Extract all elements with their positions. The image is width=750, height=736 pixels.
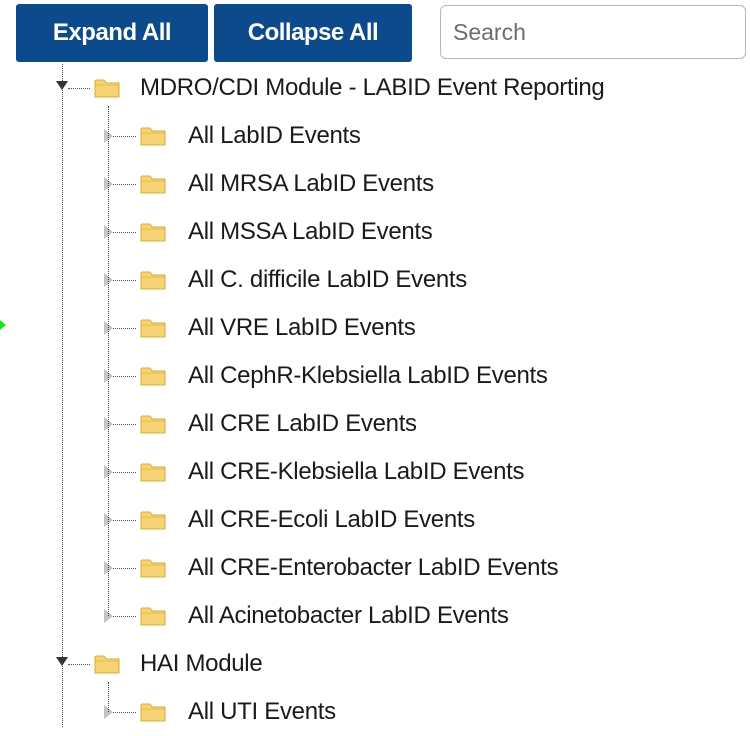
tree-item-label[interactable]: All MSSA LabID Events <box>188 218 433 246</box>
tree-connector-line <box>113 424 136 425</box>
folder-icon <box>140 221 166 243</box>
folder-icon <box>140 413 166 435</box>
folder-icon <box>140 269 166 291</box>
tree-connector-line <box>113 568 136 569</box>
tree-item-row[interactable]: All C. difficile LabID Events <box>0 256 750 304</box>
folder-icon <box>140 509 166 531</box>
tree-item-label[interactable]: All LabID Events <box>188 122 361 150</box>
tree-item-row[interactable]: All CRE-Ecoli LabID Events <box>0 496 750 544</box>
tree-connector-line <box>113 376 136 377</box>
tree-connector-line <box>113 616 136 617</box>
tree-connector-line <box>113 280 136 281</box>
folder-icon <box>140 605 166 627</box>
tree-item-row[interactable]: All CRE LabID Events <box>0 400 750 448</box>
tree-item-row[interactable]: All CephR-Klebsiella LabID Events <box>0 352 750 400</box>
child-guide-line <box>108 682 109 712</box>
folder-icon <box>140 173 166 195</box>
folder-icon <box>140 365 166 387</box>
tree-item-label[interactable]: All CRE LabID Events <box>188 410 417 438</box>
tree-item-label[interactable]: All Acinetobacter LabID Events <box>188 602 509 630</box>
tree-item-row[interactable]: All MSSA LabID Events <box>0 208 750 256</box>
tree-item-row[interactable]: All MRSA LabID Events <box>0 160 750 208</box>
tree-group-row[interactable]: MDRO/CDI Module - LABID Event Reporting <box>0 64 750 112</box>
tree-connector-line <box>113 232 136 233</box>
tree-group-label[interactable]: MDRO/CDI Module - LABID Event Reporting <box>140 74 605 102</box>
folder-icon <box>140 557 166 579</box>
tree-connector-line <box>113 136 136 137</box>
search-input[interactable] <box>440 5 746 59</box>
tree-connector-line <box>113 184 136 185</box>
tree-item-row[interactable]: All Acinetobacter LabID Events <box>0 592 750 640</box>
tree-item-row[interactable]: All CRE-Klebsiella LabID Events <box>0 448 750 496</box>
tree-connector-line <box>68 664 90 665</box>
tree-item-label[interactable]: All VRE LabID Events <box>188 314 416 342</box>
tree-item-row[interactable]: All UTI Events <box>0 688 750 736</box>
expand-all-button[interactable]: Expand All <box>16 4 208 62</box>
child-guide-line <box>108 106 109 616</box>
folder-icon <box>140 317 166 339</box>
folder-icon <box>94 77 120 99</box>
tree-item-label[interactable]: All UTI Events <box>188 698 336 726</box>
tree-item-row[interactable]: All CRE-Enterobacter LabID Events <box>0 544 750 592</box>
tree-item-row[interactable]: All VRE LabID Events <box>0 304 750 352</box>
toolbar: Expand All Collapse All <box>0 0 750 70</box>
folder-icon <box>140 125 166 147</box>
folder-icon <box>140 461 166 483</box>
tree-connector-line <box>68 88 90 89</box>
tree-item-label[interactable]: All CRE-Klebsiella LabID Events <box>188 458 524 486</box>
collapse-all-button[interactable]: Collapse All <box>214 4 412 62</box>
tree-connector-line <box>113 520 136 521</box>
report-tree: MDRO/CDI Module - LABID Event Reporting A… <box>0 64 750 727</box>
tree-item-label[interactable]: All MRSA LabID Events <box>188 170 434 198</box>
folder-icon <box>140 701 166 723</box>
tree-item-label[interactable]: All CephR-Klebsiella LabID Events <box>188 362 548 390</box>
tree-connector-line <box>113 712 136 713</box>
tree-item-label[interactable]: All C. difficile LabID Events <box>188 266 467 294</box>
folder-icon <box>94 653 120 675</box>
tree-connector-line <box>113 328 136 329</box>
tree-item-label[interactable]: All CRE-Ecoli LabID Events <box>188 506 475 534</box>
tree-item-row[interactable]: All LabID Events <box>0 112 750 160</box>
tree-item-label[interactable]: All CRE-Enterobacter LabID Events <box>188 554 559 582</box>
root-guide-line <box>62 64 63 727</box>
tree-group-row[interactable]: HAI Module <box>0 640 750 688</box>
tree-connector-line <box>113 472 136 473</box>
tree-group-label[interactable]: HAI Module <box>140 650 263 678</box>
